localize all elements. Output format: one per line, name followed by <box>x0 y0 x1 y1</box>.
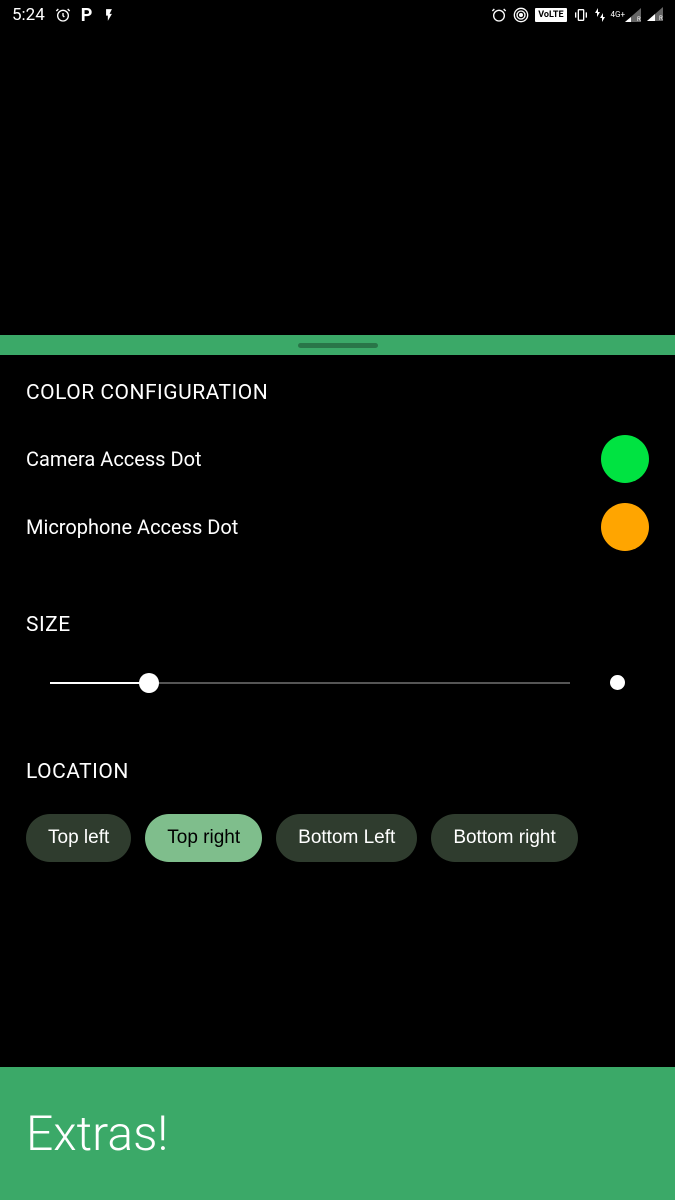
size-section: SIZE <box>26 613 649 690</box>
slider-fill <box>50 682 149 684</box>
mic-color-row[interactable]: Microphone Access Dot <box>26 503 649 551</box>
slider-preview-dot <box>610 675 625 690</box>
drag-handle-bar[interactable] <box>0 335 675 355</box>
svg-text:R: R <box>659 15 663 21</box>
chip-bottom-right[interactable]: Bottom right <box>431 814 577 862</box>
color-config-section: COLOR CONFIGURATION Camera Access Dot Mi… <box>26 381 649 551</box>
p-icon: P <box>81 5 93 26</box>
svg-text:R: R <box>637 16 641 22</box>
alarm-icon <box>55 7 71 23</box>
size-header: SIZE <box>26 613 649 637</box>
camera-color-dot[interactable] <box>601 435 649 483</box>
size-slider[interactable] <box>26 675 649 690</box>
location-section: LOCATION Top left Top right Bottom Left … <box>26 760 649 862</box>
chip-top-left[interactable]: Top left <box>26 814 131 862</box>
empty-area <box>0 30 675 335</box>
chip-bottom-left[interactable]: Bottom Left <box>276 814 417 862</box>
slider-track[interactable] <box>50 682 570 684</box>
location-chips: Top left Top right Bottom Left Bottom ri… <box>26 814 649 862</box>
camera-color-row[interactable]: Camera Access Dot <box>26 435 649 483</box>
status-time: 5:24 <box>12 5 45 25</box>
alarm-icon-2 <box>491 7 507 23</box>
mic-color-dot[interactable] <box>601 503 649 551</box>
signal-icon-2: R <box>647 6 663 25</box>
status-bar: 5:24 P VoLTE 4G+ R R <box>0 0 675 30</box>
settings-content: COLOR CONFIGURATION Camera Access Dot Mi… <box>0 355 675 888</box>
extras-banner[interactable]: Extras! <box>0 1067 675 1200</box>
network-label: 4G+ R <box>611 8 641 22</box>
status-bar-right: VoLTE 4G+ R R <box>491 6 663 25</box>
camera-color-label: Camera Access Dot <box>26 447 202 471</box>
slider-thumb[interactable] <box>139 673 159 693</box>
location-header: LOCATION <box>26 760 649 784</box>
volte-badge: VoLTE <box>535 8 566 22</box>
chip-top-right[interactable]: Top right <box>145 814 262 862</box>
data-icon <box>595 8 605 22</box>
hotspot-icon <box>513 7 529 23</box>
flash-icon <box>102 6 116 24</box>
color-config-header: COLOR CONFIGURATION <box>26 381 649 405</box>
extras-text: Extras! <box>26 1105 168 1162</box>
mic-color-label: Microphone Access Dot <box>26 515 238 539</box>
drag-handle[interactable] <box>298 343 378 348</box>
status-bar-left: 5:24 P <box>12 5 116 26</box>
vibrate-icon <box>573 7 589 23</box>
